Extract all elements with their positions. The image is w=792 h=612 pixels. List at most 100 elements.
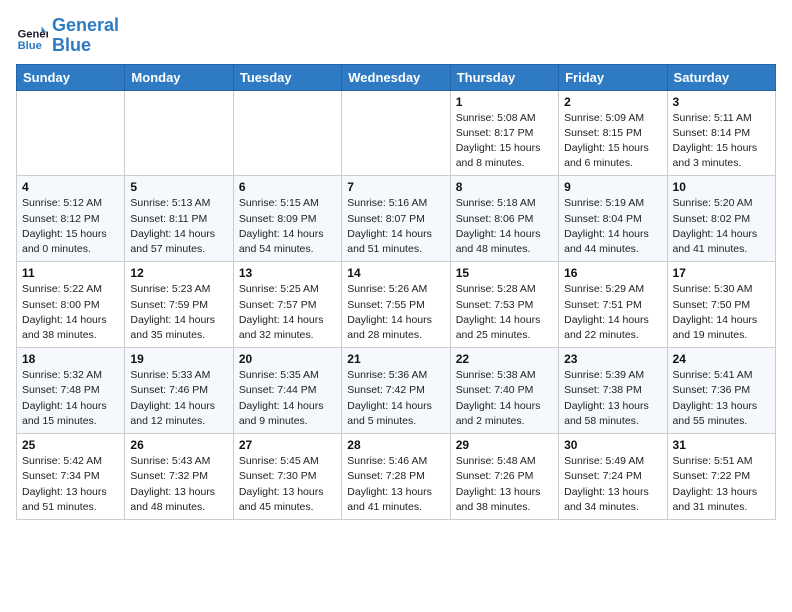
weekday-header-saturday: Saturday <box>667 64 775 90</box>
calendar-cell: 18Sunrise: 5:32 AM Sunset: 7:48 PM Dayli… <box>17 348 125 434</box>
calendar-cell: 15 Sunrise: 5:28 AM Sunset: 7:53 PM Dayli… <box>450 262 558 348</box>
logo: General Blue General Blue <box>16 16 119 56</box>
day-info: Sunrise: 5:38 AM Sunset: 7:40 PM Dayligh… <box>456 368 553 429</box>
calendar-cell: 10 Sunrise: 5:20 AM Sunset: 8:02 PM Dayli… <box>667 176 775 262</box>
calendar-week-row: 18Sunrise: 5:32 AM Sunset: 7:48 PM Dayli… <box>17 348 776 434</box>
day-info: Sunrise: 5:28 AM Sunset: 7:53 PM Dayligh… <box>456 282 553 343</box>
svg-text:Blue: Blue <box>18 40 42 52</box>
calendar-cell: 25 Sunrise: 5:42 AM Sunset: 7:34 PM Dayli… <box>17 434 125 520</box>
day-number: 31 <box>673 438 770 452</box>
calendar-cell: 9 Sunrise: 5:19 AM Sunset: 8:04 PM Daylig… <box>559 176 667 262</box>
calendar-cell: 1 Sunrise: 5:08 AM Sunset: 8:17 PM Daylig… <box>450 90 558 176</box>
day-info: Sunrise: 5:30 AM Sunset: 7:50 PM Dayligh… <box>673 282 770 343</box>
day-number: 11 <box>22 266 119 280</box>
day-info: Sunrise: 5:08 AM Sunset: 8:17 PM Dayligh… <box>456 111 553 172</box>
day-info: Sunrise: 5:18 AM Sunset: 8:06 PM Dayligh… <box>456 196 553 257</box>
day-number: 26 <box>130 438 227 452</box>
day-number: 5 <box>130 180 227 194</box>
logo-text-line2: Blue <box>52 36 119 56</box>
calendar-cell: 28 Sunrise: 5:46 AM Sunset: 7:28 PM Dayli… <box>342 434 450 520</box>
day-info: Sunrise: 5:48 AM Sunset: 7:26 PM Dayligh… <box>456 454 553 515</box>
day-number: 14 <box>347 266 444 280</box>
day-info: Sunrise: 5:15 AM Sunset: 8:09 PM Dayligh… <box>239 196 336 257</box>
calendar-cell: 26 Sunrise: 5:43 AM Sunset: 7:32 PM Dayli… <box>125 434 233 520</box>
logo-icon: General Blue <box>16 20 48 52</box>
day-info: Sunrise: 5:45 AM Sunset: 7:30 PM Dayligh… <box>239 454 336 515</box>
day-info: Sunrise: 5:29 AM Sunset: 7:51 PM Dayligh… <box>564 282 661 343</box>
day-info: Sunrise: 5:46 AM Sunset: 7:28 PM Dayligh… <box>347 454 444 515</box>
calendar-cell <box>342 90 450 176</box>
day-number: 28 <box>347 438 444 452</box>
day-number: 19 <box>130 352 227 366</box>
calendar-cell: 17 Sunrise: 5:30 AM Sunset: 7:50 PM Dayli… <box>667 262 775 348</box>
weekday-header-friday: Friday <box>559 64 667 90</box>
calendar-cell: 29 Sunrise: 5:48 AM Sunset: 7:26 PM Dayli… <box>450 434 558 520</box>
day-info: Sunrise: 5:09 AM Sunset: 8:15 PM Dayligh… <box>564 111 661 172</box>
day-info: Sunrise: 5:13 AM Sunset: 8:11 PM Dayligh… <box>130 196 227 257</box>
calendar-cell: 22 Sunrise: 5:38 AM Sunset: 7:40 PM Dayli… <box>450 348 558 434</box>
day-info: Sunrise: 5:33 AM Sunset: 7:46 PM Dayligh… <box>130 368 227 429</box>
day-info: Sunrise: 5:11 AM Sunset: 8:14 PM Dayligh… <box>673 111 770 172</box>
day-info: Sunrise: 5:36 AM Sunset: 7:42 PM Dayligh… <box>347 368 444 429</box>
calendar-cell: 27 Sunrise: 5:45 AM Sunset: 7:30 PM Dayli… <box>233 434 341 520</box>
day-number: 15 <box>456 266 553 280</box>
day-number: 2 <box>564 95 661 109</box>
day-info: Sunrise: 5:43 AM Sunset: 7:32 PM Dayligh… <box>130 454 227 515</box>
calendar-cell: 13Sunrise: 5:25 AM Sunset: 7:57 PM Dayli… <box>233 262 341 348</box>
calendar-cell: 14Sunrise: 5:26 AM Sunset: 7:55 PM Dayli… <box>342 262 450 348</box>
calendar-cell: 11 Sunrise: 5:22 AM Sunset: 8:00 PM Dayli… <box>17 262 125 348</box>
calendar-cell: 5 Sunrise: 5:13 AM Sunset: 8:11 PM Daylig… <box>125 176 233 262</box>
day-number: 13 <box>239 266 336 280</box>
day-info: Sunrise: 5:16 AM Sunset: 8:07 PM Dayligh… <box>347 196 444 257</box>
calendar-table: SundayMondayTuesdayWednesdayThursdayFrid… <box>16 64 776 520</box>
calendar-cell: 21Sunrise: 5:36 AM Sunset: 7:42 PM Dayli… <box>342 348 450 434</box>
day-info: Sunrise: 5:42 AM Sunset: 7:34 PM Dayligh… <box>22 454 119 515</box>
day-number: 25 <box>22 438 119 452</box>
calendar-cell: 3Sunrise: 5:11 AM Sunset: 8:14 PM Daylig… <box>667 90 775 176</box>
calendar-cell: 7 Sunrise: 5:16 AM Sunset: 8:07 PM Daylig… <box>342 176 450 262</box>
weekday-header-sunday: Sunday <box>17 64 125 90</box>
day-info: Sunrise: 5:19 AM Sunset: 8:04 PM Dayligh… <box>564 196 661 257</box>
calendar-cell: 12 Sunrise: 5:23 AM Sunset: 7:59 PM Dayli… <box>125 262 233 348</box>
page-header: General Blue General Blue <box>16 16 776 56</box>
day-number: 1 <box>456 95 553 109</box>
calendar-cell <box>233 90 341 176</box>
day-number: 4 <box>22 180 119 194</box>
day-number: 17 <box>673 266 770 280</box>
day-number: 20 <box>239 352 336 366</box>
day-number: 6 <box>239 180 336 194</box>
calendar-cell: 24Sunrise: 5:41 AM Sunset: 7:36 PM Dayli… <box>667 348 775 434</box>
calendar-cell: 31 Sunrise: 5:51 AM Sunset: 7:22 PM Dayli… <box>667 434 775 520</box>
day-number: 9 <box>564 180 661 194</box>
day-info: Sunrise: 5:39 AM Sunset: 7:38 PM Dayligh… <box>564 368 661 429</box>
day-number: 12 <box>130 266 227 280</box>
calendar-cell <box>17 90 125 176</box>
calendar-week-row: 1 Sunrise: 5:08 AM Sunset: 8:17 PM Daylig… <box>17 90 776 176</box>
weekday-header-monday: Monday <box>125 64 233 90</box>
day-info: Sunrise: 5:23 AM Sunset: 7:59 PM Dayligh… <box>130 282 227 343</box>
day-number: 29 <box>456 438 553 452</box>
calendar-cell: 2 Sunrise: 5:09 AM Sunset: 8:15 PM Daylig… <box>559 90 667 176</box>
day-number: 10 <box>673 180 770 194</box>
logo-text-line1: General <box>52 16 119 36</box>
calendar-cell: 16 Sunrise: 5:29 AM Sunset: 7:51 PM Dayli… <box>559 262 667 348</box>
day-info: Sunrise: 5:22 AM Sunset: 8:00 PM Dayligh… <box>22 282 119 343</box>
day-info: Sunrise: 5:41 AM Sunset: 7:36 PM Dayligh… <box>673 368 770 429</box>
calendar-cell: 30 Sunrise: 5:49 AM Sunset: 7:24 PM Dayli… <box>559 434 667 520</box>
calendar-cell: 23Sunrise: 5:39 AM Sunset: 7:38 PM Dayli… <box>559 348 667 434</box>
day-number: 7 <box>347 180 444 194</box>
day-info: Sunrise: 5:51 AM Sunset: 7:22 PM Dayligh… <box>673 454 770 515</box>
day-info: Sunrise: 5:49 AM Sunset: 7:24 PM Dayligh… <box>564 454 661 515</box>
calendar-header-row: SundayMondayTuesdayWednesdayThursdayFrid… <box>17 64 776 90</box>
day-number: 8 <box>456 180 553 194</box>
day-number: 16 <box>564 266 661 280</box>
day-info: Sunrise: 5:20 AM Sunset: 8:02 PM Dayligh… <box>673 196 770 257</box>
calendar-week-row: 4Sunrise: 5:12 AM Sunset: 8:12 PM Daylig… <box>17 176 776 262</box>
calendar-cell: 8 Sunrise: 5:18 AM Sunset: 8:06 PM Daylig… <box>450 176 558 262</box>
weekday-header-tuesday: Tuesday <box>233 64 341 90</box>
calendar-cell: 20Sunrise: 5:35 AM Sunset: 7:44 PM Dayli… <box>233 348 341 434</box>
day-number: 22 <box>456 352 553 366</box>
calendar-cell: 19 Sunrise: 5:33 AM Sunset: 7:46 PM Dayli… <box>125 348 233 434</box>
day-number: 30 <box>564 438 661 452</box>
day-number: 27 <box>239 438 336 452</box>
